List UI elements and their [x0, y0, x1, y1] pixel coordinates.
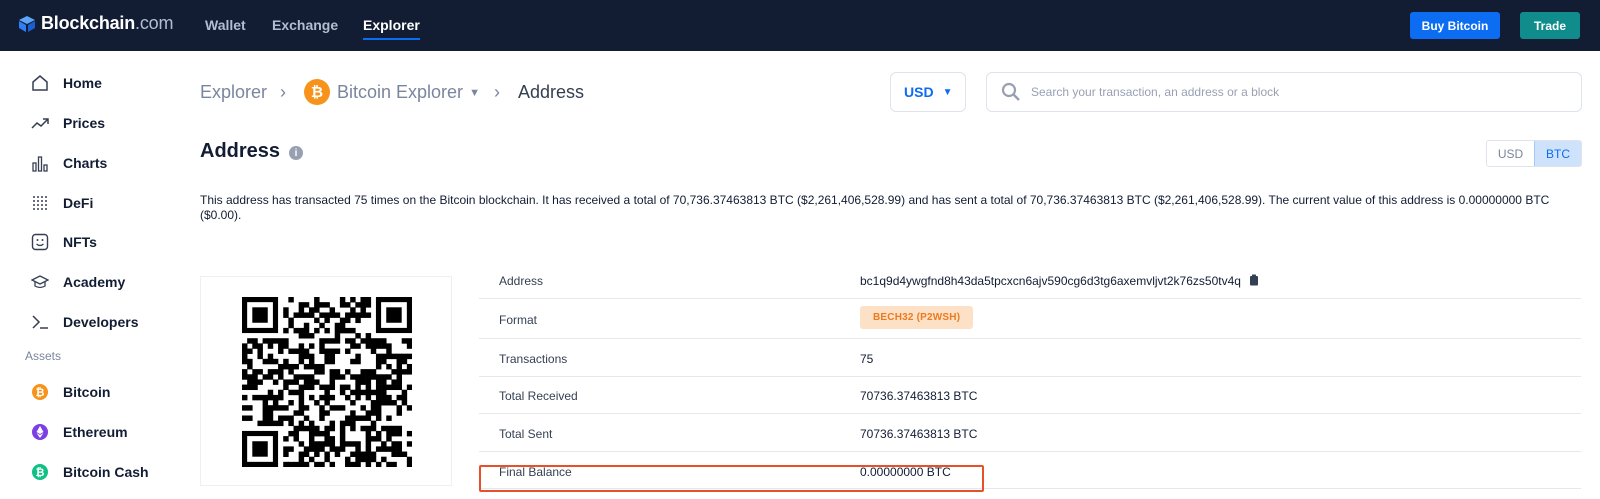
address-value[interactable]: bc1q9d4ywgfnd8h43da5tpcxcn6ajv590cg6d3tg…: [860, 274, 1259, 288]
sidebar-item-label: Charts: [63, 155, 108, 171]
buy-bitcoin-button[interactable]: Buy Bitcoin: [1410, 12, 1500, 39]
brand-name: Blockchain: [41, 13, 136, 33]
ethereum-icon: [30, 422, 50, 442]
transactions-label: Transactions: [499, 352, 568, 366]
qr-code-panel: [200, 276, 452, 486]
sidebar-item-label: Academy: [63, 274, 126, 290]
sidebar-item-label: Bitcoin Cash: [63, 464, 149, 480]
search-bar[interactable]: [986, 72, 1582, 112]
format-badge: BECH32 (P2WSH): [860, 306, 974, 329]
blockchain-logo-icon: [19, 15, 35, 32]
sidebar-item-academy[interactable]: Academy: [30, 271, 125, 293]
breadcrumb-label: Bitcoin Explorer: [337, 82, 464, 102]
svg-text:₿: ₿: [36, 467, 45, 479]
sidebar-item-bitcoin[interactable]: ₿ Bitcoin: [30, 381, 110, 403]
sidebar-item-label: Prices: [63, 115, 106, 131]
toggle-usd[interactable]: USD: [1487, 141, 1534, 166]
svg-text:₿: ₿: [36, 387, 45, 399]
format-label: Format: [499, 313, 538, 327]
table-row: Total Sent 70736.37463813 BTC: [479, 414, 1581, 452]
breadcrumb-separator: ›: [494, 82, 500, 102]
breadcrumb-bitcoin-explorer[interactable]: Bitcoin Explorer ▼: [337, 82, 480, 103]
sidebar-item-developers[interactable]: Developers: [30, 311, 138, 333]
grid-dots-icon: [30, 193, 50, 213]
total-sent-label: Total Sent: [499, 427, 553, 441]
breadcrumb-explorer[interactable]: Explorer: [200, 82, 267, 103]
sidebar-item-label: Developers: [63, 314, 139, 330]
sidebar-item-label: NFTs: [63, 234, 97, 250]
nav-exchange[interactable]: Exchange: [272, 17, 338, 33]
sidebar-item-label: Bitcoin: [63, 384, 111, 400]
address-text: bc1q9d4ywgfnd8h43da5tpcxcn6ajv590cg6d3tg…: [860, 274, 1241, 288]
total-received-value: 70736.37463813 BTC: [860, 389, 978, 403]
sidebar-item-home[interactable]: Home: [30, 72, 102, 94]
sidebar-item-charts[interactable]: Charts: [30, 152, 107, 174]
breadcrumb-current: Address: [518, 82, 585, 102]
sidebar-item-label: DeFi: [63, 195, 94, 211]
bar-chart-icon: [30, 153, 50, 173]
sidebar-item-label: Home: [63, 75, 102, 91]
smile-icon: [30, 232, 50, 252]
table-row: Transactions 75: [479, 339, 1581, 377]
table-row: Format BECH32 (P2WSH): [479, 299, 1581, 339]
final-balance-highlight: [479, 465, 984, 492]
sidebar-item-ethereum[interactable]: Ethereum: [30, 421, 128, 443]
trend-icon: [30, 113, 50, 133]
search-icon: [1001, 82, 1020, 101]
table-row: Address bc1q9d4ywgfnd8h43da5tpcxcn6ajv59…: [479, 262, 1581, 299]
terminal-icon: [30, 312, 50, 332]
copy-icon[interactable]: [1249, 274, 1259, 286]
currency-selected-value: USD: [904, 84, 934, 100]
bitcoin-icon: ₿: [30, 382, 50, 402]
page-title: Address: [200, 140, 281, 162]
caret-down-icon: ▼: [942, 86, 953, 98]
home-icon: [30, 73, 50, 93]
top-navigation-bar: Blockchain.com Wallet Exchange Explorer …: [0, 0, 1600, 51]
breadcrumb-separator: ›: [280, 82, 286, 102]
sidebar: Home Prices Charts DeFi NFTs Academy Dev…: [0, 51, 170, 499]
address-label: Address: [499, 274, 544, 288]
sidebar-item-nfts[interactable]: NFTs: [30, 231, 97, 253]
graduation-cap-icon: [30, 272, 50, 292]
brand-suffix: .com: [135, 13, 174, 33]
currency-select[interactable]: USD ▼: [890, 72, 966, 112]
nav-wallet[interactable]: Wallet: [205, 17, 246, 33]
bitcoin-cash-icon: ₿: [30, 462, 50, 482]
blockchain-logo[interactable]: Blockchain.com: [18, 13, 173, 34]
trade-button[interactable]: Trade: [1520, 12, 1580, 39]
total-sent-value: 70736.37463813 BTC: [860, 427, 978, 441]
table-row: Total Received 70736.37463813 BTC: [479, 377, 1581, 414]
toggle-btc[interactable]: BTC: [1534, 141, 1581, 166]
sidebar-item-bitcoin-cash[interactable]: ₿ Bitcoin Cash: [30, 461, 149, 483]
sidebar-item-label: Ethereum: [63, 424, 128, 440]
assets-section-label: Assets: [25, 349, 62, 363]
transactions-value: 75: [860, 352, 874, 366]
address-summary: This address has transacted 75 times on …: [200, 193, 1550, 222]
bitcoin-icon: ₿: [304, 79, 330, 105]
sidebar-item-defi[interactable]: DeFi: [30, 192, 93, 214]
chevron-down-icon: ▼: [469, 87, 480, 100]
search-input[interactable]: [1031, 85, 1531, 99]
qr-code: [242, 297, 412, 467]
info-icon[interactable]: i: [289, 146, 303, 160]
total-received-label: Total Received: [499, 389, 578, 403]
unit-toggle: USD BTC: [1486, 140, 1582, 167]
nav-explorer[interactable]: Explorer: [363, 17, 420, 40]
sidebar-item-prices[interactable]: Prices: [30, 112, 105, 134]
